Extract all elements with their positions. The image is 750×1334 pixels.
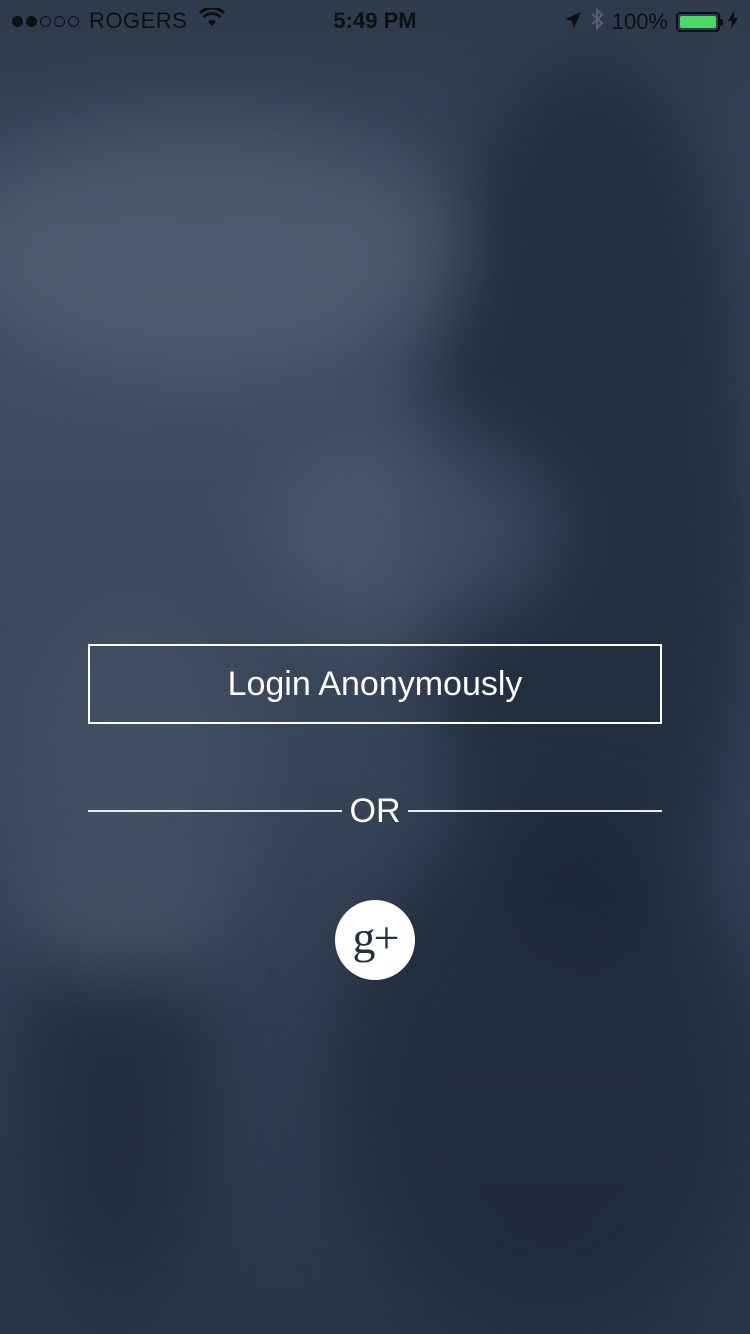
login-anonymously-label: Login Anonymously — [227, 664, 523, 703]
battery-percent: 100% — [611, 9, 668, 34]
bolt-icon — [728, 9, 738, 35]
status-bar: ROGERS 5:49 PM 100% — [0, 0, 750, 40]
divider-line-right — [408, 810, 662, 812]
google-plus-icon: g+ — [352, 912, 400, 963]
location-arrow-icon — [564, 9, 582, 35]
or-divider: OR — [88, 790, 662, 834]
battery-icon — [676, 12, 723, 32]
login-anonymously-button[interactable]: Login Anonymously — [88, 644, 662, 724]
bluetooth-icon — [590, 7, 604, 36]
google-plus-login-button[interactable]: g+ — [335, 900, 415, 980]
